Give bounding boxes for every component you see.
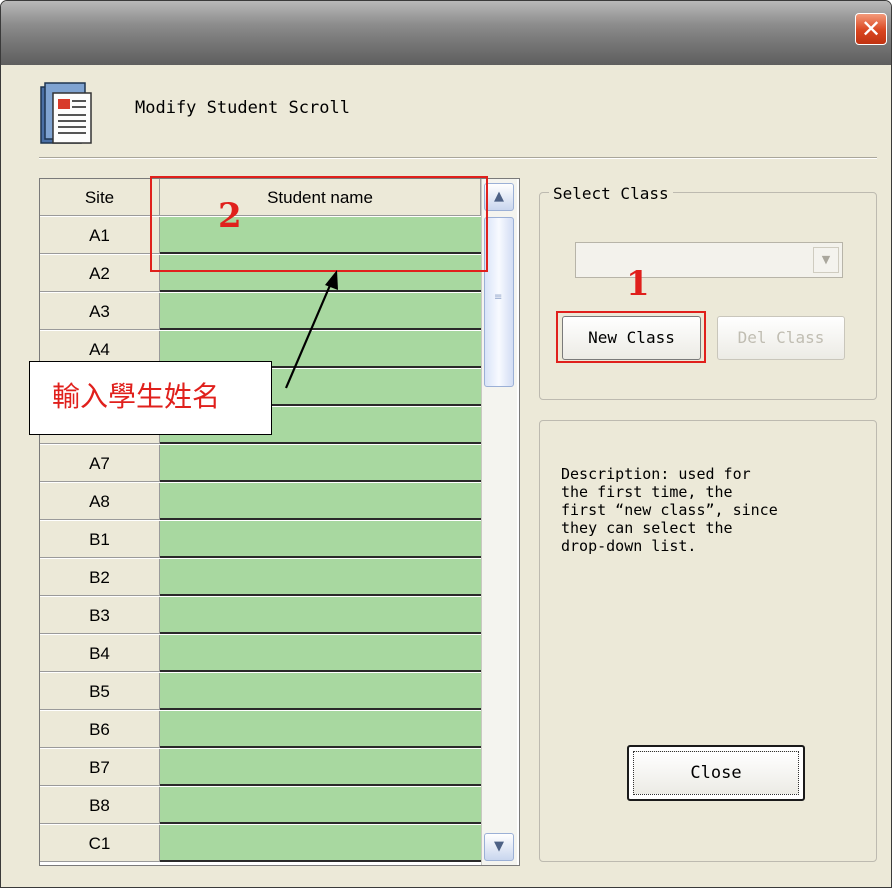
student-name-cell[interactable] xyxy=(160,483,481,520)
scrollbar-thumb[interactable]: ≡ xyxy=(484,217,514,387)
table-row: A3 xyxy=(40,293,481,330)
close-button-label: Close xyxy=(690,763,742,783)
site-cell: B7 xyxy=(40,749,160,786)
del-class-button[interactable]: Del Class xyxy=(717,316,845,360)
table-row: B7 xyxy=(40,749,481,786)
student-name-cell[interactable] xyxy=(160,445,481,482)
site-cell: A3 xyxy=(40,293,160,330)
annotation-callout: 輸入學生姓名 xyxy=(29,361,272,435)
annotation-box-new-class xyxy=(556,311,706,363)
table-row: B2 xyxy=(40,559,481,596)
table-row: B4 xyxy=(40,635,481,672)
class-select[interactable]: ▼ xyxy=(575,242,843,278)
student-name-cell[interactable] xyxy=(160,635,481,672)
table-row: B5 xyxy=(40,673,481,710)
student-grid[interactable]: Site Student name A1A2A3A4A5A6A7A8B1B2B3… xyxy=(39,178,520,866)
header-separator xyxy=(39,157,877,159)
grip-icon: ≡ xyxy=(494,292,503,303)
site-cell: B5 xyxy=(40,673,160,710)
site-cell: A1 xyxy=(40,217,160,254)
dialog-heading: Modify Student Scroll xyxy=(135,98,350,118)
student-name-cell[interactable] xyxy=(160,787,481,824)
column-header-site[interactable]: Site xyxy=(40,179,160,216)
table-row: B6 xyxy=(40,711,481,748)
close-window-button[interactable]: ✕ xyxy=(855,13,887,45)
table-row: A8 xyxy=(40,483,481,520)
site-cell: A2 xyxy=(40,255,160,292)
annotation-box-student-name xyxy=(150,176,488,272)
site-cell: B3 xyxy=(40,597,160,634)
description-text: Description: used for the first time, th… xyxy=(561,465,778,555)
site-cell: B8 xyxy=(40,787,160,824)
site-cell: A8 xyxy=(40,483,160,520)
vertical-scrollbar[interactable]: ▲ ≡ ▼ xyxy=(481,179,517,865)
table-row: C1 xyxy=(40,825,481,862)
student-name-cell[interactable] xyxy=(160,597,481,634)
annotation-step-2: 2 xyxy=(218,196,242,236)
table-row: B8 xyxy=(40,787,481,824)
site-cell: A7 xyxy=(40,445,160,482)
close-button[interactable]: Close xyxy=(627,745,805,801)
student-name-cell[interactable] xyxy=(160,825,481,862)
site-cell: B2 xyxy=(40,559,160,596)
site-cell: C1 xyxy=(40,825,160,862)
dialog-window: ✕ Modify Student Scroll Site Student nam… xyxy=(0,0,892,888)
scroll-down-button[interactable]: ▼ xyxy=(484,833,514,861)
table-row: B3 xyxy=(40,597,481,634)
table-row: B1 xyxy=(40,521,481,558)
select-class-group xyxy=(539,192,877,400)
close-icon: ✕ xyxy=(860,15,882,43)
site-cell: B1 xyxy=(40,521,160,558)
scroll-up-button[interactable]: ▲ xyxy=(484,183,514,211)
student-name-cell[interactable] xyxy=(160,711,481,748)
student-name-cell[interactable] xyxy=(160,673,481,710)
student-name-cell[interactable] xyxy=(160,559,481,596)
chevron-down-icon[interactable]: ▼ xyxy=(813,247,839,273)
student-name-cell[interactable] xyxy=(160,521,481,558)
title-bar[interactable]: ✕ xyxy=(1,1,891,65)
student-name-cell[interactable] xyxy=(160,749,481,786)
document-folder-icon xyxy=(40,82,92,144)
chevron-up-icon: ▲ xyxy=(494,189,504,204)
annotation-step-1: 1 xyxy=(626,264,650,304)
select-class-legend: Select Class xyxy=(549,184,673,203)
table-row: A7 xyxy=(40,445,481,482)
site-cell: B4 xyxy=(40,635,160,672)
student-name-cell[interactable] xyxy=(160,293,481,330)
chevron-down-icon: ▼ xyxy=(494,839,504,854)
site-cell: B6 xyxy=(40,711,160,748)
